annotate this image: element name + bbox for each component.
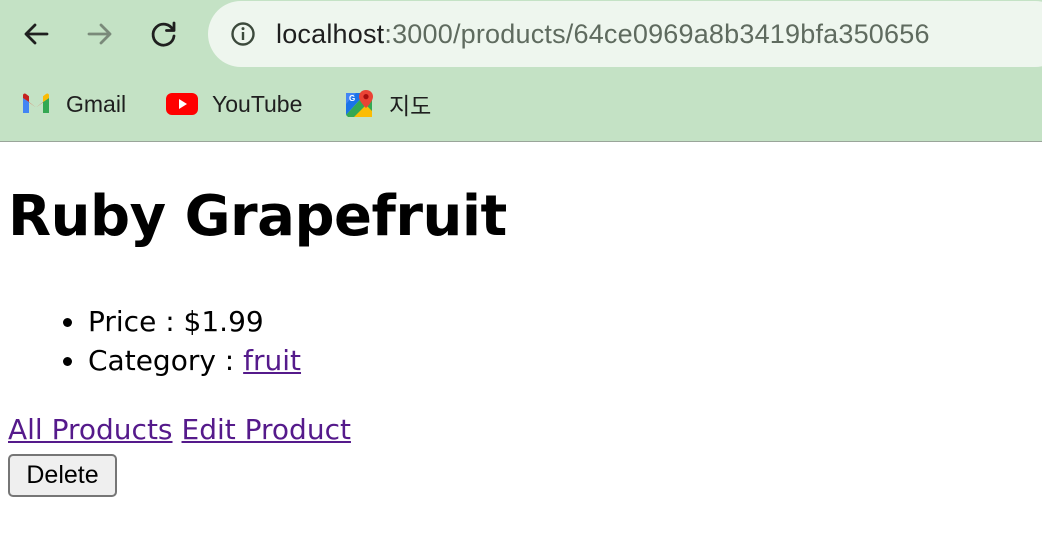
url-host: localhost xyxy=(276,19,385,49)
address-bar[interactable]: localhost:3000/products/64ce0969a8b3419b… xyxy=(208,1,1042,67)
edit-product-link[interactable]: Edit Product xyxy=(182,413,351,446)
svg-text:G: G xyxy=(349,94,355,103)
bookmark-youtube[interactable]: YouTube xyxy=(166,84,302,124)
price-item: Price : $1.99 xyxy=(48,302,301,341)
youtube-icon xyxy=(166,88,198,120)
back-arrow-icon xyxy=(24,23,49,45)
bookmark-gmail-label: Gmail xyxy=(66,90,127,117)
bookmark-gmail[interactable]: Gmail xyxy=(20,84,126,124)
bookmark-maps[interactable]: G 지도 xyxy=(343,84,431,124)
url-text[interactable]: localhost:3000/products/64ce0969a8b3419b… xyxy=(276,17,930,51)
bookmark-youtube-label: YouTube xyxy=(212,90,303,117)
browser-toolbar: localhost:3000/products/64ce0969a8b3419b… xyxy=(0,0,1042,142)
delete-button[interactable]: Delete xyxy=(8,454,117,497)
page-content: Ruby Grapefruit Price : $1.99 Category :… xyxy=(0,142,1042,534)
product-details-list: Price : $1.99 Category : fruit xyxy=(48,302,301,380)
gmail-icon xyxy=(20,88,52,120)
action-links: All Products Edit Product xyxy=(8,410,351,450)
category-prefix: Category : xyxy=(88,344,244,377)
product-title: Ruby Grapefruit xyxy=(8,184,507,249)
price-text: Price : $1.99 xyxy=(88,305,264,338)
info-icon[interactable] xyxy=(230,21,256,47)
category-link[interactable]: fruit xyxy=(243,344,301,377)
reload-icon xyxy=(151,21,176,47)
reload-button[interactable] xyxy=(144,14,184,54)
category-item: Category : fruit xyxy=(48,341,301,380)
all-products-link[interactable]: All Products xyxy=(8,413,173,446)
forward-button[interactable] xyxy=(80,14,120,54)
forward-arrow-icon xyxy=(87,23,112,45)
url-path: :3000/products/64ce0969a8b3419bfa350656 xyxy=(384,19,930,49)
bookmark-maps-label: 지도 xyxy=(389,93,432,119)
back-button[interactable] xyxy=(16,14,56,54)
maps-icon: G xyxy=(343,88,375,120)
